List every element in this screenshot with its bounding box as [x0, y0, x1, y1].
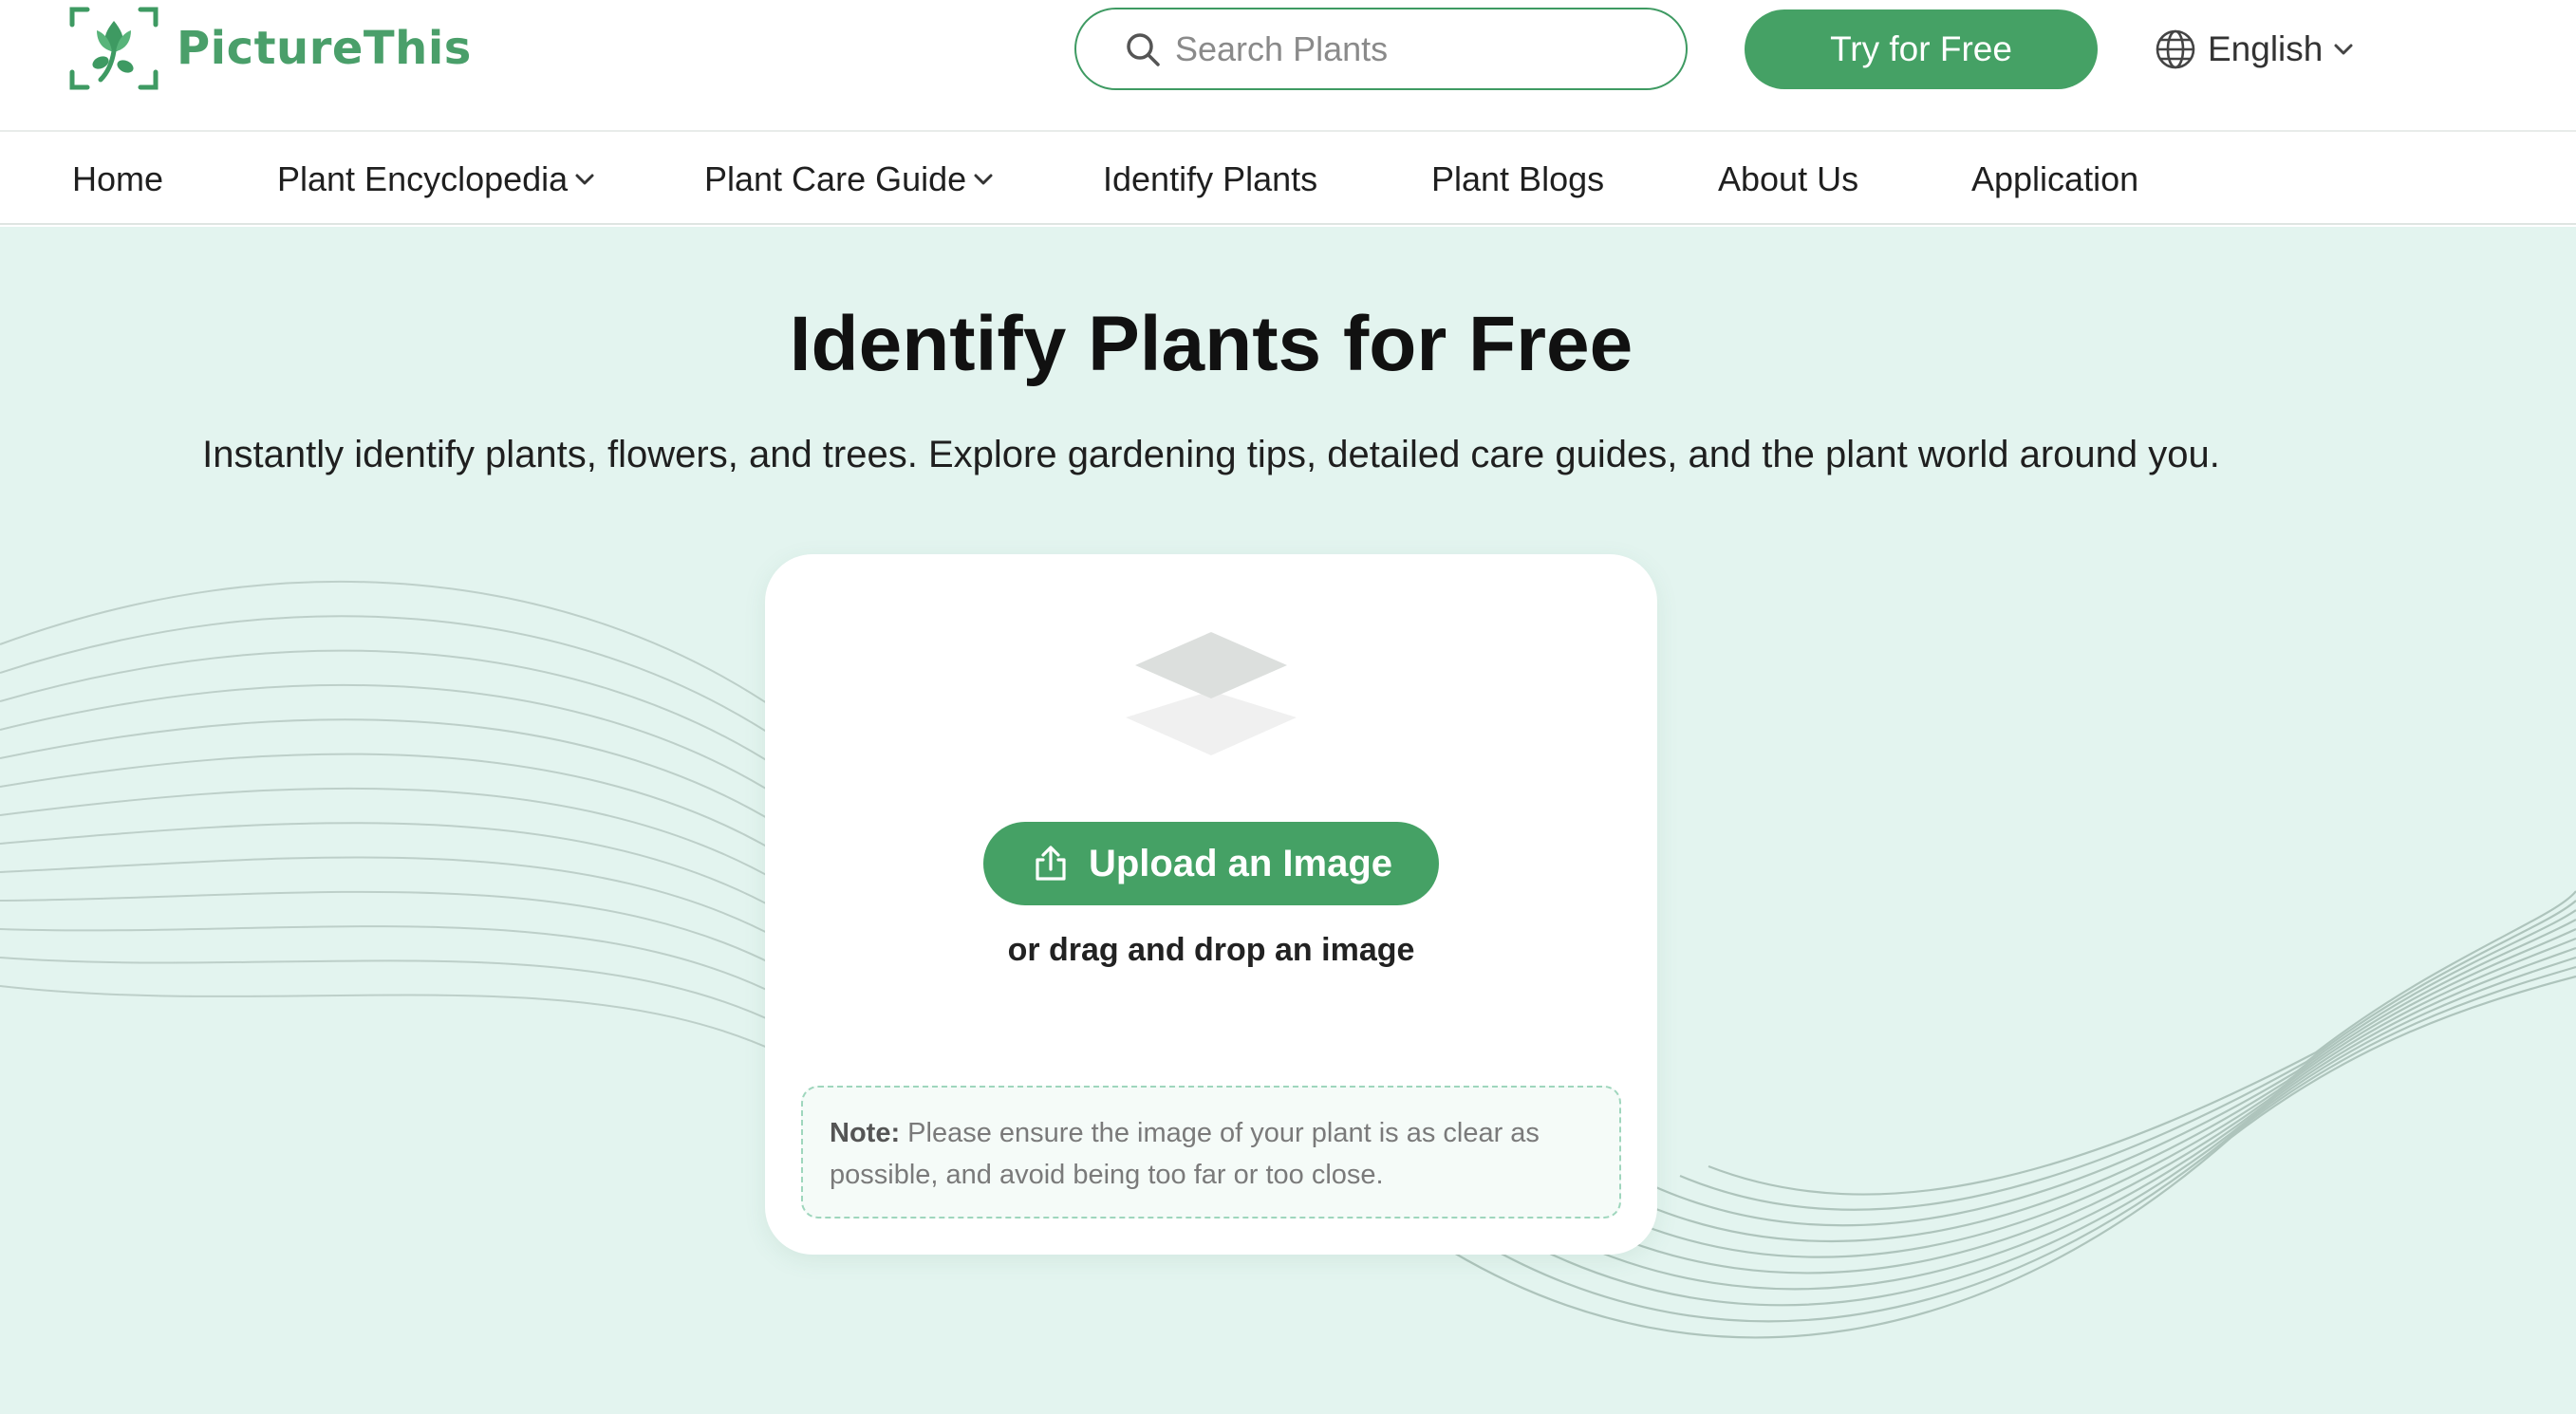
nav-item-plant-care-guide[interactable]: Plant Care Guide	[704, 133, 995, 225]
upload-note: Note: Please ensure the image of your pl…	[801, 1086, 1621, 1219]
upload-card[interactable]: Upload an Image or drag and drop an imag…	[765, 554, 1657, 1255]
language-selector[interactable]: English	[2155, 23, 2355, 76]
nav-item-identify-plants[interactable]: Identify Plants	[1103, 133, 1317, 225]
page-title: Identify Plants for Free	[789, 301, 1633, 387]
upload-image-button[interactable]: Upload an Image	[983, 822, 1439, 905]
note-text: Please ensure the image of your plant is…	[830, 1118, 1540, 1190]
globe-icon	[2156, 29, 2195, 69]
nav-item-label: Plant Care Guide	[704, 158, 967, 198]
note-label: Note:	[830, 1118, 901, 1148]
page-subtitle: Instantly identify plants, flowers, and …	[202, 434, 2220, 475]
search-input[interactable]	[1175, 28, 1669, 69]
chevron-down-icon	[2334, 44, 2353, 55]
search-bar[interactable]	[1074, 8, 1688, 90]
hero-section: Identify Plants for Free Instantly ident…	[0, 227, 2576, 1414]
nav-item-label: About Us	[1718, 158, 1859, 198]
search-icon	[1127, 32, 1160, 66]
nav-item-label: Plant Blogs	[1431, 158, 1605, 198]
brand-logo[interactable]: PictureThis	[68, 4, 472, 93]
nav-item-home[interactable]: Home	[72, 133, 163, 225]
header: PictureThis Try for Free English	[0, 0, 2576, 132]
image-layers-icon	[1126, 632, 1297, 755]
nav-item-label: Identify Plants	[1103, 158, 1318, 198]
upload-icon	[1036, 846, 1066, 881]
nav-item-application[interactable]: Application	[1971, 133, 2138, 225]
language-label: English	[2208, 29, 2324, 68]
upload-button-label: Upload an Image	[1088, 842, 1393, 884]
chevron-down-icon	[575, 174, 594, 184]
main-nav: Home Plant Encyclopedia Plant Care Guide…	[0, 133, 2576, 225]
nav-item-label: Home	[72, 158, 164, 198]
page: PictureThis Try for Free English	[0, 0, 2576, 1414]
brand-name: PictureThis	[177, 22, 472, 75]
drag-drop-hint: or drag and drop an image	[1007, 932, 1415, 968]
nav-item-plant-encyclopedia[interactable]: Plant Encyclopedia	[277, 133, 596, 225]
nav-item-label: Plant Encyclopedia	[277, 158, 569, 198]
try-for-free-button[interactable]: Try for Free	[1745, 9, 2098, 89]
nav-item-plant-blogs[interactable]: Plant Blogs	[1431, 133, 1604, 225]
nav-item-about-us[interactable]: About Us	[1718, 133, 1858, 225]
leaf-scan-logo-icon	[69, 7, 159, 90]
chevron-down-icon	[974, 174, 993, 184]
nav-item-label: Application	[1971, 158, 2139, 198]
